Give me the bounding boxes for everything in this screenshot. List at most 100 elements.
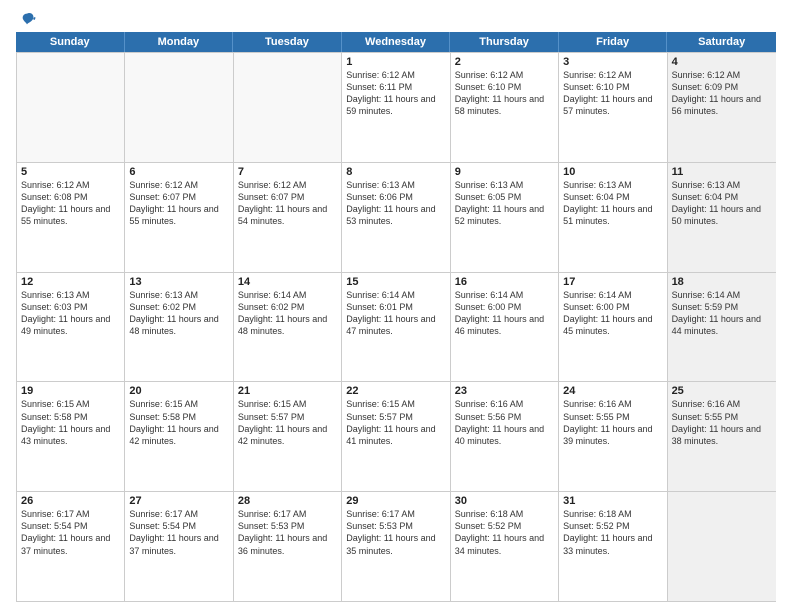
empty-cell-4-6 bbox=[668, 492, 776, 601]
calendar-row-3: 19 Sunrise: 6:15 AMSunset: 5:58 PMDayligh… bbox=[17, 381, 776, 491]
weekday-header-saturday: Saturday bbox=[667, 32, 776, 52]
empty-cell-0-2 bbox=[234, 53, 342, 162]
day-number: 18 bbox=[672, 276, 772, 288]
cell-info: Sunrise: 6:12 AMSunset: 6:11 PMDaylight:… bbox=[346, 69, 445, 118]
day-cell-10: 10Sunrise: 6:13 AMSunset: 6:04 PMDayligh… bbox=[559, 163, 667, 272]
day-cell-16: 16Sunrise: 6:14 AMSunset: 6:00 PMDayligh… bbox=[451, 273, 559, 382]
cell-info: Sunrise: 6:14 AMSunset: 6:00 PMDaylight:… bbox=[455, 289, 554, 338]
day-cell-15: 15Sunrise: 6:14 AMSunset: 6:01 PMDayligh… bbox=[342, 273, 450, 382]
day-number: 7 bbox=[238, 166, 337, 178]
day-number: 24 bbox=[563, 385, 662, 397]
cell-info: Sunrise: 6:17 AMSunset: 5:53 PMDaylight:… bbox=[238, 508, 337, 557]
calendar: SundayMondayTuesdayWednesdayThursdayFrid… bbox=[16, 32, 776, 602]
day-cell-20: 20Sunrise: 6:15 AMSunset: 5:58 PMDayligh… bbox=[125, 382, 233, 491]
cell-info: Sunrise: 6:14 AMSunset: 6:00 PMDaylight:… bbox=[563, 289, 662, 338]
cell-info: Sunrise: 6:12 AMSunset: 6:09 PMDaylight:… bbox=[672, 69, 772, 118]
cell-info: Sunrise: 6:13 AMSunset: 6:06 PMDaylight:… bbox=[346, 179, 445, 228]
cell-info: Sunrise: 6:12 AMSunset: 6:07 PMDaylight:… bbox=[129, 179, 228, 228]
cell-info: Sunrise: 6:16 AMSunset: 5:55 PMDaylight:… bbox=[672, 398, 772, 447]
day-cell-9: 9Sunrise: 6:13 AMSunset: 6:05 PMDaylight… bbox=[451, 163, 559, 272]
day-cell-2: 2Sunrise: 6:12 AMSunset: 6:10 PMDaylight… bbox=[451, 53, 559, 162]
day-number: 2 bbox=[455, 56, 554, 68]
day-cell-4: 4Sunrise: 6:12 AMSunset: 6:09 PMDaylight… bbox=[668, 53, 776, 162]
day-number: 28 bbox=[238, 495, 337, 507]
day-number: 11 bbox=[672, 166, 772, 178]
day-cell-22: 22Sunrise: 6:15 AMSunset: 5:57 PMDayligh… bbox=[342, 382, 450, 491]
day-number: 22 bbox=[346, 385, 445, 397]
day-number: 3 bbox=[563, 56, 662, 68]
page: SundayMondayTuesdayWednesdayThursdayFrid… bbox=[0, 0, 792, 612]
cell-info: Sunrise: 6:13 AMSunset: 6:04 PMDaylight:… bbox=[563, 179, 662, 228]
weekday-header-tuesday: Tuesday bbox=[233, 32, 342, 52]
day-number: 23 bbox=[455, 385, 554, 397]
day-cell-25: 25Sunrise: 6:16 AMSunset: 5:55 PMDayligh… bbox=[668, 382, 776, 491]
day-number: 31 bbox=[563, 495, 662, 507]
cell-info: Sunrise: 6:17 AMSunset: 5:54 PMDaylight:… bbox=[129, 508, 228, 557]
weekday-header-thursday: Thursday bbox=[450, 32, 559, 52]
day-number: 25 bbox=[672, 385, 772, 397]
day-number: 30 bbox=[455, 495, 554, 507]
cell-info: Sunrise: 6:12 AMSunset: 6:10 PMDaylight:… bbox=[455, 69, 554, 118]
day-cell-7: 7Sunrise: 6:12 AMSunset: 6:07 PMDaylight… bbox=[234, 163, 342, 272]
cell-info: Sunrise: 6:12 AMSunset: 6:10 PMDaylight:… bbox=[563, 69, 662, 118]
day-number: 29 bbox=[346, 495, 445, 507]
cell-info: Sunrise: 6:13 AMSunset: 6:04 PMDaylight:… bbox=[672, 179, 772, 228]
day-cell-6: 6Sunrise: 6:12 AMSunset: 6:07 PMDaylight… bbox=[125, 163, 233, 272]
day-number: 15 bbox=[346, 276, 445, 288]
day-number: 16 bbox=[455, 276, 554, 288]
cell-info: Sunrise: 6:14 AMSunset: 6:01 PMDaylight:… bbox=[346, 289, 445, 338]
day-number: 4 bbox=[672, 56, 772, 68]
day-cell-13: 13Sunrise: 6:13 AMSunset: 6:02 PMDayligh… bbox=[125, 273, 233, 382]
cell-info: Sunrise: 6:12 AMSunset: 6:08 PMDaylight:… bbox=[21, 179, 120, 228]
cell-info: Sunrise: 6:18 AMSunset: 5:52 PMDaylight:… bbox=[563, 508, 662, 557]
day-number: 9 bbox=[455, 166, 554, 178]
day-cell-30: 30Sunrise: 6:18 AMSunset: 5:52 PMDayligh… bbox=[451, 492, 559, 601]
weekday-header-wednesday: Wednesday bbox=[342, 32, 451, 52]
day-cell-23: 23Sunrise: 6:16 AMSunset: 5:56 PMDayligh… bbox=[451, 382, 559, 491]
cell-info: Sunrise: 6:18 AMSunset: 5:52 PMDaylight:… bbox=[455, 508, 554, 557]
calendar-body: 1Sunrise: 6:12 AMSunset: 6:11 PMDaylight… bbox=[16, 52, 776, 602]
cell-info: Sunrise: 6:17 AMSunset: 5:53 PMDaylight:… bbox=[346, 508, 445, 557]
day-cell-21: 21Sunrise: 6:15 AMSunset: 5:57 PMDayligh… bbox=[234, 382, 342, 491]
weekday-header-sunday: Sunday bbox=[16, 32, 125, 52]
cell-info: Sunrise: 6:15 AMSunset: 5:57 PMDaylight:… bbox=[346, 398, 445, 447]
day-cell-28: 28Sunrise: 6:17 AMSunset: 5:53 PMDayligh… bbox=[234, 492, 342, 601]
empty-cell-0-0 bbox=[17, 53, 125, 162]
day-cell-3: 3Sunrise: 6:12 AMSunset: 6:10 PMDaylight… bbox=[559, 53, 667, 162]
day-number: 17 bbox=[563, 276, 662, 288]
day-cell-8: 8Sunrise: 6:13 AMSunset: 6:06 PMDaylight… bbox=[342, 163, 450, 272]
day-cell-5: 5Sunrise: 6:12 AMSunset: 6:08 PMDaylight… bbox=[17, 163, 125, 272]
logo-bird-icon bbox=[18, 10, 36, 28]
day-number: 27 bbox=[129, 495, 228, 507]
cell-info: Sunrise: 6:14 AMSunset: 5:59 PMDaylight:… bbox=[672, 289, 772, 338]
calendar-row-0: 1Sunrise: 6:12 AMSunset: 6:11 PMDaylight… bbox=[17, 52, 776, 162]
day-number: 12 bbox=[21, 276, 120, 288]
calendar-row-2: 12Sunrise: 6:13 AMSunset: 6:03 PMDayligh… bbox=[17, 272, 776, 382]
cell-info: Sunrise: 6:16 AMSunset: 5:55 PMDaylight:… bbox=[563, 398, 662, 447]
cell-info: Sunrise: 6:13 AMSunset: 6:03 PMDaylight:… bbox=[21, 289, 120, 338]
day-cell-12: 12Sunrise: 6:13 AMSunset: 6:03 PMDayligh… bbox=[17, 273, 125, 382]
cell-info: Sunrise: 6:15 AMSunset: 5:58 PMDaylight:… bbox=[129, 398, 228, 447]
day-number: 19 bbox=[21, 385, 120, 397]
day-cell-1: 1Sunrise: 6:12 AMSunset: 6:11 PMDaylight… bbox=[342, 53, 450, 162]
day-cell-31: 31Sunrise: 6:18 AMSunset: 5:52 PMDayligh… bbox=[559, 492, 667, 601]
weekday-header-monday: Monday bbox=[125, 32, 234, 52]
cell-info: Sunrise: 6:13 AMSunset: 6:05 PMDaylight:… bbox=[455, 179, 554, 228]
calendar-row-1: 5Sunrise: 6:12 AMSunset: 6:08 PMDaylight… bbox=[17, 162, 776, 272]
cell-info: Sunrise: 6:13 AMSunset: 6:02 PMDaylight:… bbox=[129, 289, 228, 338]
day-number: 6 bbox=[129, 166, 228, 178]
logo bbox=[16, 10, 36, 28]
calendar-header: SundayMondayTuesdayWednesdayThursdayFrid… bbox=[16, 32, 776, 52]
day-cell-19: 19Sunrise: 6:15 AMSunset: 5:58 PMDayligh… bbox=[17, 382, 125, 491]
day-cell-17: 17Sunrise: 6:14 AMSunset: 6:00 PMDayligh… bbox=[559, 273, 667, 382]
weekday-header-friday: Friday bbox=[559, 32, 668, 52]
cell-info: Sunrise: 6:12 AMSunset: 6:07 PMDaylight:… bbox=[238, 179, 337, 228]
day-cell-27: 27Sunrise: 6:17 AMSunset: 5:54 PMDayligh… bbox=[125, 492, 233, 601]
day-number: 14 bbox=[238, 276, 337, 288]
day-cell-26: 26Sunrise: 6:17 AMSunset: 5:54 PMDayligh… bbox=[17, 492, 125, 601]
day-number: 5 bbox=[21, 166, 120, 178]
cell-info: Sunrise: 6:17 AMSunset: 5:54 PMDaylight:… bbox=[21, 508, 120, 557]
day-number: 26 bbox=[21, 495, 120, 507]
day-cell-14: 14Sunrise: 6:14 AMSunset: 6:02 PMDayligh… bbox=[234, 273, 342, 382]
calendar-row-4: 26Sunrise: 6:17 AMSunset: 5:54 PMDayligh… bbox=[17, 491, 776, 601]
